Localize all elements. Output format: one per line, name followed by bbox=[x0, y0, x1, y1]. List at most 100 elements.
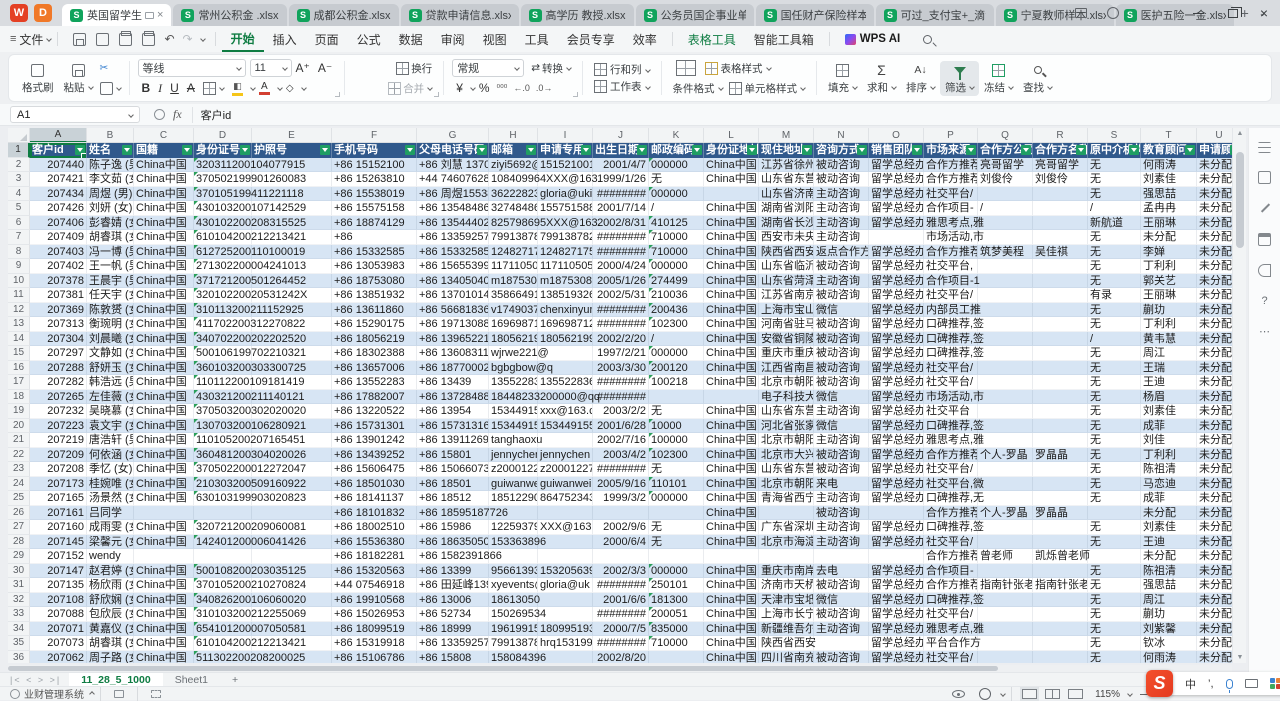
cell[interactable]: 207440 bbox=[30, 158, 87, 173]
cell[interactable]: China中国 bbox=[704, 303, 759, 318]
cell[interactable]: 370105200210270824 bbox=[194, 578, 252, 593]
row-number[interactable]: 12 bbox=[8, 303, 30, 318]
cell[interactable]: 207421 bbox=[30, 172, 87, 187]
cell[interactable]: +86 1506607386 bbox=[417, 462, 489, 477]
cell[interactable]: 主动咨询 bbox=[814, 535, 869, 550]
cell[interactable]: 2001/7/14 bbox=[593, 201, 649, 216]
row-number[interactable]: 20 bbox=[8, 419, 30, 434]
cell[interactable]: 2000/7/5 bbox=[593, 622, 649, 637]
cell[interactable] bbox=[978, 433, 1033, 448]
cell[interactable]: +86 1370101409 bbox=[417, 288, 489, 303]
cell[interactable]: +86 15290175 bbox=[332, 317, 417, 332]
cell[interactable]: 未分配 bbox=[1197, 404, 1232, 419]
cell[interactable]: 000000 bbox=[649, 564, 704, 579]
cell[interactable]: 主动咨询 bbox=[814, 187, 869, 202]
center-target-icon[interactable] bbox=[979, 688, 991, 700]
row-number[interactable]: 10 bbox=[8, 274, 30, 289]
cell[interactable]: 2003/3/30 bbox=[593, 361, 649, 376]
cell[interactable]: 未分配 bbox=[1197, 245, 1232, 260]
increase-decimal-icon[interactable]: ←.0 bbox=[510, 83, 533, 93]
cell[interactable]: 180562199 bbox=[538, 332, 593, 347]
cell[interactable]: 2002/8/31 bbox=[593, 216, 649, 231]
cell[interactable]: China中国 bbox=[134, 564, 194, 579]
cell[interactable]: 2000/6/4 bbox=[593, 535, 649, 550]
cell[interactable] bbox=[194, 506, 252, 521]
cell[interactable]: 无 bbox=[1088, 274, 1141, 289]
cell[interactable]: +86 17882007 bbox=[332, 390, 417, 405]
cell[interactable] bbox=[978, 332, 1033, 347]
cell[interactable] bbox=[704, 187, 759, 202]
filter-dropdown-icon[interactable] bbox=[122, 145, 132, 155]
cell[interactable]: 吴佳祺 bbox=[1033, 245, 1088, 260]
cell[interactable]: 留学总经办 bbox=[869, 187, 924, 202]
cell[interactable]: 留学总经办 bbox=[869, 448, 924, 463]
cell[interactable]: 留学总经办 bbox=[869, 158, 924, 173]
cell[interactable]: 上海市长宁 bbox=[759, 607, 814, 622]
cell[interactable]: 无 bbox=[1088, 230, 1141, 245]
cell[interactable]: 207378 bbox=[30, 274, 87, 289]
cell[interactable] bbox=[978, 390, 1033, 405]
cell[interactable]: 个人-罗晶 bbox=[978, 506, 1033, 521]
cell[interactable]: 合作方推荐 bbox=[924, 172, 978, 187]
cell[interactable]: ######## bbox=[593, 462, 649, 477]
search-icon[interactable] bbox=[923, 35, 932, 44]
cell[interactable]: 吴晓慕 (女) bbox=[87, 404, 134, 419]
cell[interactable]: 无 bbox=[1088, 535, 1141, 550]
cell[interactable] bbox=[978, 419, 1033, 434]
cell[interactable]: 207282 bbox=[30, 375, 87, 390]
paste-button[interactable]: 粘贴 bbox=[59, 61, 98, 96]
cut-button[interactable]: ✂ bbox=[100, 58, 121, 78]
menu-tab-视图[interactable]: 视图 bbox=[474, 26, 516, 52]
outline-icon[interactable] bbox=[151, 690, 161, 698]
percent-icon[interactable]: % bbox=[475, 81, 494, 95]
cell[interactable]: 上海市宝山 bbox=[759, 303, 814, 318]
cell[interactable] bbox=[978, 346, 1033, 361]
cell[interactable]: China中国 bbox=[134, 578, 194, 593]
cell[interactable]: ######## bbox=[593, 245, 649, 260]
column-header-O[interactable]: O bbox=[869, 128, 924, 143]
cell[interactable]: 207071 bbox=[30, 622, 87, 637]
filter-dropdown-icon[interactable] bbox=[1021, 145, 1031, 155]
cell[interactable]: 135522836 bbox=[489, 375, 538, 390]
cell[interactable]: 指南针张老 bbox=[978, 578, 1033, 593]
cell[interactable]: 被动咨询 bbox=[814, 462, 869, 477]
horizontal-scrollbar[interactable] bbox=[8, 665, 1232, 672]
name-box[interactable]: A1 bbox=[10, 106, 140, 123]
filter-dropdown-icon[interactable] bbox=[182, 145, 192, 155]
alignment-dialog-launcher-icon[interactable] bbox=[434, 92, 439, 97]
cell[interactable] bbox=[1033, 419, 1088, 434]
cell[interactable]: 无 bbox=[649, 172, 704, 187]
cell[interactable]: 社交平台/ bbox=[924, 462, 978, 477]
filter-dropdown-icon[interactable] bbox=[912, 145, 922, 155]
cell[interactable]: China中国 bbox=[704, 448, 759, 463]
output-icon[interactable] bbox=[96, 33, 109, 46]
column-header-A[interactable]: A bbox=[30, 128, 87, 143]
cell[interactable]: 无 bbox=[1088, 593, 1141, 608]
cell[interactable]: +86 13954 bbox=[417, 404, 489, 419]
cell[interactable]: 630103199903020823 bbox=[194, 491, 252, 506]
cell[interactable]: wjrwe221@ bbox=[489, 346, 538, 361]
cell[interactable]: +86 18002510 bbox=[332, 520, 417, 535]
cell[interactable]: z20001227 bbox=[489, 462, 538, 477]
cell[interactable]: +86 刘慧 137052 bbox=[417, 158, 489, 173]
cell[interactable]: 100218 bbox=[649, 375, 704, 390]
document-tab[interactable]: S英国留学生× bbox=[62, 4, 171, 26]
cell[interactable]: +86 18056219 bbox=[332, 332, 417, 347]
cell[interactable]: 210303200509160922 bbox=[194, 477, 252, 492]
cell[interactable] bbox=[978, 607, 1033, 622]
cell[interactable]: +86 18182281 bbox=[332, 549, 417, 564]
cell[interactable] bbox=[538, 651, 593, 664]
cell[interactable]: 207108 bbox=[30, 593, 87, 608]
cell[interactable]: ######## bbox=[593, 375, 649, 390]
cell[interactable]: 何依涵 (女) bbox=[87, 448, 134, 463]
cell[interactable]: +86 15538019 bbox=[332, 187, 417, 202]
cell[interactable]: 袁文宇 (女) bbox=[87, 419, 134, 434]
cell[interactable]: 207219 bbox=[30, 433, 87, 448]
cell[interactable]: xxx@163.c bbox=[538, 404, 593, 419]
cell[interactable]: 个人-罗晶 bbox=[978, 448, 1033, 463]
convert-button[interactable]: ⇄转换 bbox=[528, 60, 574, 77]
header-cell[interactable]: 市场来源 bbox=[924, 143, 978, 158]
menu-tab-审阅[interactable]: 审阅 bbox=[432, 26, 474, 52]
cell[interactable]: 口碑推荐,签 bbox=[924, 593, 978, 608]
cell[interactable]: 李婵 bbox=[1141, 245, 1197, 260]
